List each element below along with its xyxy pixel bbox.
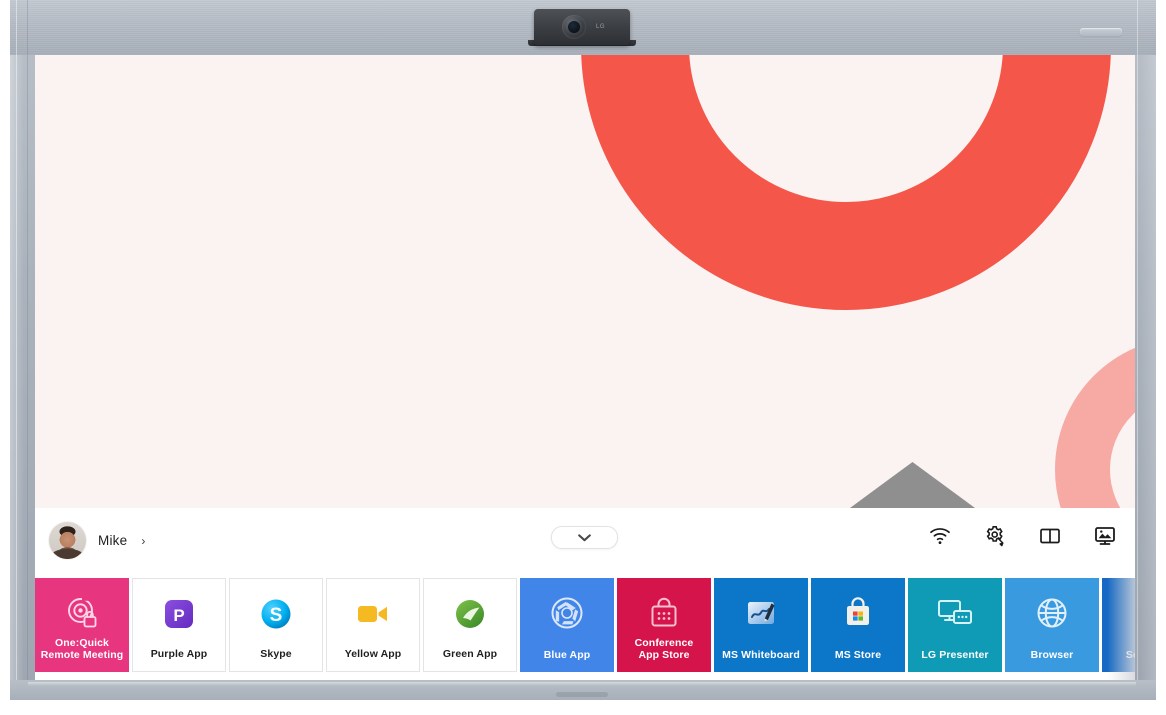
avatar xyxy=(49,522,86,559)
shopping-bag-icon xyxy=(645,594,683,632)
tile-skype[interactable]: S Skype xyxy=(229,578,323,672)
tile-label: Yellow App xyxy=(344,648,402,660)
tile-label: MS Store xyxy=(834,649,882,661)
camera-lens-icon xyxy=(562,15,586,39)
display-device: LG Mike › One:Quick Remote Meeting P Pur… xyxy=(0,0,1166,715)
device-stand-notch xyxy=(556,692,608,697)
ms-store-bag-icon xyxy=(839,594,877,632)
tile-label: Browser xyxy=(1030,649,1074,661)
tile-browser[interactable]: Browser xyxy=(1005,578,1099,672)
green-globe-icon xyxy=(451,595,489,633)
tile-purple-app[interactable]: P Purple App xyxy=(132,578,226,672)
tile-yellow-app[interactable]: Yellow App xyxy=(326,578,420,672)
bezel-right-highlight xyxy=(1137,0,1138,700)
tile-label: Conference App Store xyxy=(634,637,694,661)
bezel-vent-slot xyxy=(1080,28,1122,36)
user-name-label: Mike xyxy=(98,533,128,548)
tile-label: Purple App xyxy=(150,648,208,660)
one-quick-icon xyxy=(63,594,101,632)
expand-taskbar-button[interactable] xyxy=(551,526,618,549)
webcam-brand-label: LG xyxy=(596,24,606,30)
whiteboard-pen-icon xyxy=(742,594,780,632)
tile-blue-app[interactable]: Blue App xyxy=(520,578,614,672)
skype-icon: S xyxy=(257,595,295,633)
video-camera-icon xyxy=(354,595,392,633)
desktop-wallpaper xyxy=(35,55,1135,508)
svg-text:P: P xyxy=(173,606,184,625)
tile-lg-presenter[interactable]: LG Presenter xyxy=(908,578,1002,672)
tile-label: Skype xyxy=(260,648,292,660)
bezel-bottom-highlight xyxy=(28,682,1136,686)
wallpaper-pink-ring xyxy=(1055,337,1135,508)
camera-lens-inner xyxy=(568,21,580,33)
split-screen-icon[interactable] xyxy=(1038,524,1062,548)
camera-aperture-icon xyxy=(548,594,586,632)
wallpaper-red-ring xyxy=(581,55,1111,310)
avatar-shoulder xyxy=(51,549,84,559)
tile-screen-capture[interactable]: Screen C xyxy=(1102,578,1135,672)
tile-label: One:Quick Remote Meeting xyxy=(40,637,124,661)
globe-icon xyxy=(1033,594,1071,632)
settings-icon[interactable] xyxy=(983,524,1007,548)
chevron-right-icon: › xyxy=(141,533,146,548)
purple-app-icon: P xyxy=(160,595,198,633)
svg-text:S: S xyxy=(270,605,283,626)
webcam-module: LG xyxy=(534,9,630,45)
user-profile-button[interactable]: Mike › xyxy=(49,522,145,559)
wifi-icon[interactable] xyxy=(928,524,952,548)
tile-label: Green App xyxy=(442,648,498,660)
bezel-left-highlight xyxy=(16,0,17,700)
tile-ms-whiteboard[interactable]: MS Whiteboard xyxy=(714,578,808,672)
chevron-down-icon xyxy=(578,533,591,541)
tile-conference-app-store[interactable]: Conference App Store xyxy=(617,578,711,672)
display-input-icon[interactable] xyxy=(1093,524,1117,548)
system-tray xyxy=(928,524,1117,548)
tile-green-app[interactable]: Green App xyxy=(423,578,517,672)
tile-ms-store[interactable]: MS Store xyxy=(811,578,905,672)
tile-one-quick-remote-meeting[interactable]: One:Quick Remote Meeting xyxy=(35,578,129,672)
tile-label: Blue App xyxy=(543,649,591,661)
tile-label: Screen C xyxy=(1125,649,1135,661)
screen-share-icon xyxy=(936,594,974,632)
app-tile-row: One:Quick Remote Meeting P Purple App S … xyxy=(35,578,1135,680)
wallpaper-grey-triangle xyxy=(850,462,975,508)
tile-label: MS Whiteboard xyxy=(722,649,800,661)
screen-capture-icon xyxy=(1130,594,1135,632)
bezel-left-shadow-line xyxy=(27,0,28,700)
taskbar: Mike › xyxy=(35,508,1135,578)
display-screen: Mike › One:Quick Remote Meeting P Purple… xyxy=(35,55,1135,680)
tile-label: LG Presenter xyxy=(921,649,989,661)
